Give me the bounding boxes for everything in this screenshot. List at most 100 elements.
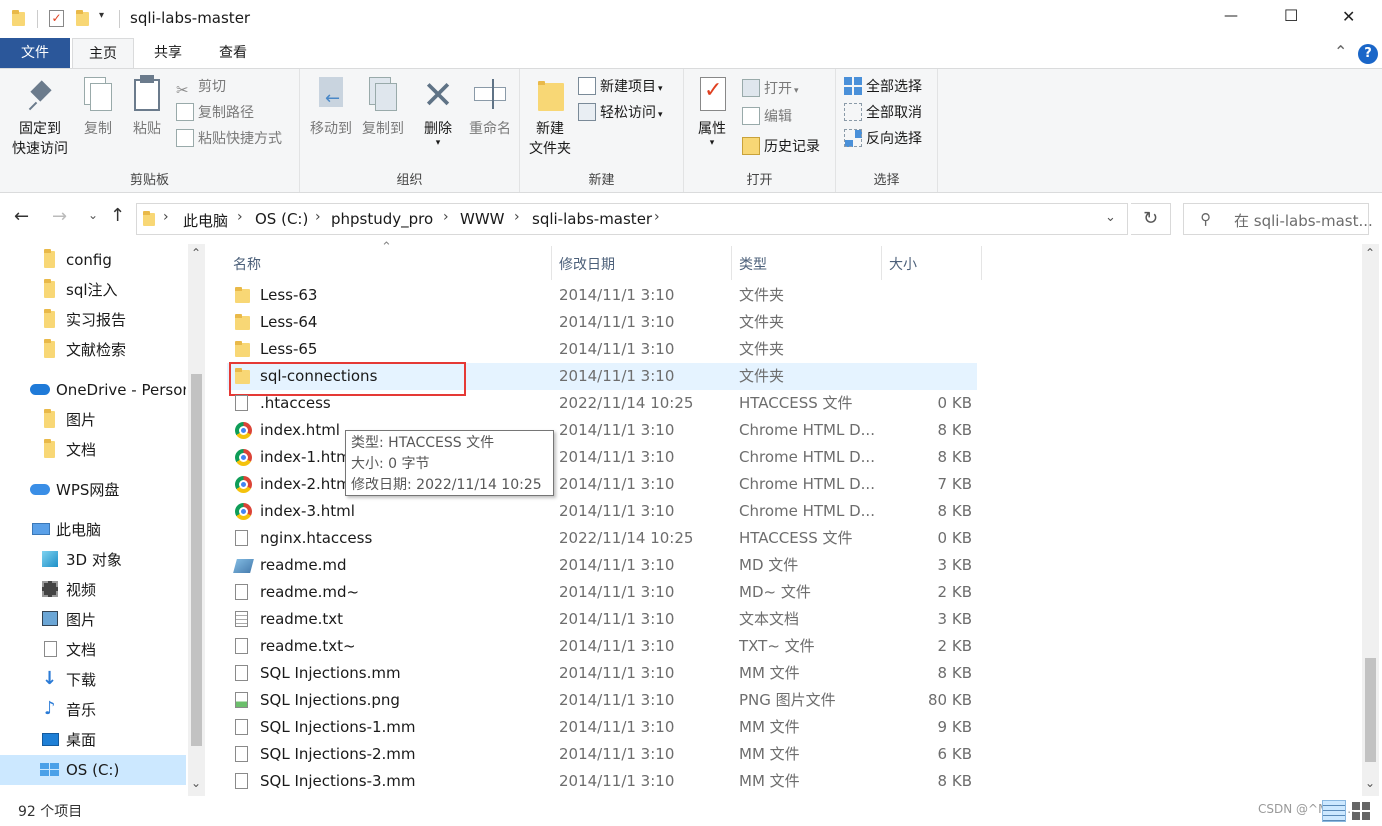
back-arrow-icon[interactable]: ← (14, 206, 29, 227)
nav-item-onedrive-documents[interactable]: 文档 (0, 435, 186, 465)
file-row-sql-injections-3-mm[interactable]: SQL Injections-3.mm 2014/11/1 3:10 MM 文件… (227, 768, 977, 795)
copy-path-button[interactable]: 复制路径 (176, 101, 254, 125)
file-row-readme-txt[interactable]: readme.txt 2014/11/1 3:10 文本文档 3 KB (227, 606, 977, 633)
file-row-index-1-html[interactable]: index-1.html 2014/11/1 3:10 Chrome HTML … (227, 444, 977, 471)
address-history-dropdown-icon[interactable]: ⌄ (1105, 210, 1116, 225)
file-row-sql-injections-png[interactable]: SQL Injections.png 2014/11/1 3:10 PNG 图片… (227, 687, 977, 714)
large-icons-view-icon[interactable] (1352, 802, 1370, 820)
file-row-sql-injections-mm[interactable]: SQL Injections.mm 2014/11/1 3:10 MM 文件 8… (227, 660, 977, 687)
column-header-name[interactable]: 名称 (233, 250, 261, 280)
select-none-button[interactable]: 全部取消 (844, 101, 922, 125)
file-list-scrollbar-track[interactable]: ⌃ ⌄ (1362, 244, 1379, 796)
edit-button[interactable]: 编辑 (742, 105, 792, 129)
scroll-up-arrow-icon[interactable]: ⌃ (1365, 246, 1375, 260)
paste-shortcut-button[interactable]: 粘贴快捷方式 (176, 127, 282, 151)
file-row-readme-md[interactable]: readme.md 2014/11/1 3:10 MD 文件 3 KB (227, 552, 977, 579)
nav-item-literature-search[interactable]: 文献检索 (0, 335, 186, 365)
file-row-less-64[interactable]: Less-64 2014/11/1 3:10 文件夹 (227, 309, 977, 336)
file-row-readme-txt-tilde[interactable]: readme.txt~ 2014/11/1 3:10 TXT~ 文件 2 KB (227, 633, 977, 660)
scroll-down-arrow-icon[interactable]: ⌄ (1365, 776, 1375, 790)
nav-item-pictures[interactable]: 图片 (0, 605, 186, 635)
properties-checkmark-icon[interactable]: ✓ (49, 10, 64, 27)
copy-button[interactable]: 复制 (76, 75, 120, 139)
move-to-button[interactable]: ← 移动到 (304, 75, 358, 139)
file-row-sql-injections-1-mm[interactable]: SQL Injections-1.mm 2014/11/1 3:10 MM 文件… (227, 714, 977, 741)
nav-item-onedrive[interactable]: OneDrive - Personal (0, 375, 186, 405)
nav-scrollbar[interactable]: ⌃ ⌄ (188, 244, 205, 796)
rename-button[interactable]: 重命名 (462, 75, 518, 139)
column-header-date[interactable]: 修改日期 (559, 250, 615, 280)
nav-item-internship-report[interactable]: 实习报告 (0, 305, 186, 335)
breadcrumb-phpstudy-pro[interactable]: phpstudy_pro (331, 210, 433, 228)
file-row-readme-md-tilde[interactable]: readme.md~ 2014/11/1 3:10 MD~ 文件 2 KB (227, 579, 977, 606)
file-row-less-65[interactable]: Less-65 2014/11/1 3:10 文件夹 (227, 336, 977, 363)
recent-locations-dropdown-icon[interactable]: ⌄ (88, 208, 98, 222)
customize-quick-access-dropdown[interactable]: ▾ (99, 10, 104, 21)
nav-item-config[interactable]: config (0, 245, 186, 275)
tab-home[interactable]: 主页 (72, 38, 134, 68)
close-button[interactable]: ✕ (1342, 7, 1355, 26)
nav-scrollbar-thumb[interactable] (191, 374, 202, 746)
file-row-index-2-html[interactable]: index-2.html 2014/11/1 3:10 Chrome HTML … (227, 471, 977, 498)
properties-button[interactable]: ✓ 属性 ▾ (690, 75, 734, 148)
open-button[interactable]: 打开 ▾ (742, 77, 799, 101)
scroll-down-arrow-icon[interactable]: ⌄ (191, 776, 201, 790)
nav-item-documents[interactable]: 文档 (0, 635, 186, 665)
file-row-less-63[interactable]: Less-63 2014/11/1 3:10 文件夹 (227, 282, 977, 309)
copy-to-button[interactable]: 复制到 (356, 75, 410, 139)
tab-share[interactable]: 共享 (138, 38, 198, 68)
breadcrumb-this-pc[interactable]: 此电脑 (183, 210, 228, 231)
nav-item-sql-injection[interactable]: sql注入 (0, 275, 186, 305)
forward-arrow-icon[interactable]: → (52, 206, 67, 227)
nav-item-downloads[interactable]: ↓ 下载 (0, 665, 186, 695)
column-divider[interactable] (981, 246, 982, 280)
pin-to-quick-access-button[interactable]: 固定到 快速访问 (6, 75, 74, 159)
column-divider[interactable] (881, 246, 882, 280)
address-bar[interactable]: › 此电脑 › OS (C:) › phpstudy_pro › WWW › s… (136, 203, 1128, 235)
select-all-button[interactable]: 全部选择 (844, 75, 922, 99)
nav-item-videos[interactable]: 视频 (0, 575, 186, 605)
properties-dropdown-icon[interactable]: ▾ (690, 139, 734, 148)
nav-item-os-c[interactable]: OS (C:) (0, 755, 186, 785)
delete-dropdown-icon[interactable]: ▾ (416, 139, 460, 148)
new-folder-button[interactable]: 新建 文件夹 (524, 75, 576, 159)
maximize-button[interactable]: ☐ (1284, 6, 1298, 25)
file-row-index-html[interactable]: index.html 2014/11/1 3:10 Chrome HTML D.… (227, 417, 977, 444)
scroll-up-arrow-icon[interactable]: ⌃ (191, 246, 201, 260)
help-icon[interactable]: ? (1358, 44, 1378, 64)
paste-button[interactable]: 粘贴 (124, 75, 170, 139)
breadcrumb-sqli-labs-master[interactable]: sqli-labs-master (532, 210, 652, 228)
nav-item-wps-drive[interactable]: WPS网盘 (0, 475, 186, 505)
history-button[interactable]: 历史记录 (742, 135, 820, 159)
minimize-button[interactable]: — (1224, 8, 1238, 24)
column-header-type[interactable]: 类型 (739, 250, 767, 280)
column-divider[interactable] (731, 246, 732, 280)
invert-selection-button[interactable]: 反向选择 (844, 127, 922, 151)
nav-item-3d-objects[interactable]: 3D 对象 (0, 545, 186, 575)
up-arrow-icon[interactable]: ↑ (110, 205, 125, 226)
tab-file[interactable]: 文件 (0, 38, 70, 68)
collapse-ribbon-button[interactable]: ⌃ (1334, 42, 1347, 61)
file-row-index-3-html[interactable]: index-3.html 2014/11/1 3:10 Chrome HTML … (227, 498, 977, 525)
refresh-button[interactable]: ↻ (1131, 203, 1171, 235)
file-row-sql-injections-2-mm[interactable]: SQL Injections-2.mm 2014/11/1 3:10 MM 文件… (227, 741, 977, 768)
column-header-size[interactable]: 大小 (889, 250, 917, 280)
new-item-button[interactable]: 新建项目 ▾ (578, 75, 663, 99)
breadcrumb-www[interactable]: WWW (460, 210, 505, 228)
easy-access-button[interactable]: 轻松访问 ▾ (578, 101, 663, 125)
nav-item-this-pc[interactable]: 此电脑 (0, 515, 186, 545)
file-row-htaccess[interactable]: .htaccess 2022/11/14 10:25 HTACCESS 文件 0… (227, 390, 977, 417)
file-list-scrollbar-thumb[interactable] (1365, 658, 1376, 762)
tab-view[interactable]: 查看 (202, 38, 264, 68)
nav-item-music[interactable]: ♪ 音乐 (0, 695, 186, 725)
details-view-icon[interactable] (1322, 800, 1346, 822)
new-folder-quick-icon[interactable] (76, 10, 89, 26)
delete-button[interactable]: ✕ 删除 ▾ (416, 75, 460, 148)
file-row-nginx-htaccess[interactable]: nginx.htaccess 2022/11/14 10:25 HTACCESS… (227, 525, 977, 552)
cut-button[interactable]: ✂ 剪切 (176, 75, 226, 99)
nav-item-desktop[interactable]: 桌面 (0, 725, 186, 755)
column-divider[interactable] (551, 246, 552, 280)
breadcrumb-os-c[interactable]: OS (C:) (255, 210, 308, 228)
search-box[interactable]: ⚲ 在 sqli-labs-mast... (1183, 203, 1373, 235)
nav-item-onedrive-pictures[interactable]: 图片 (0, 405, 186, 435)
